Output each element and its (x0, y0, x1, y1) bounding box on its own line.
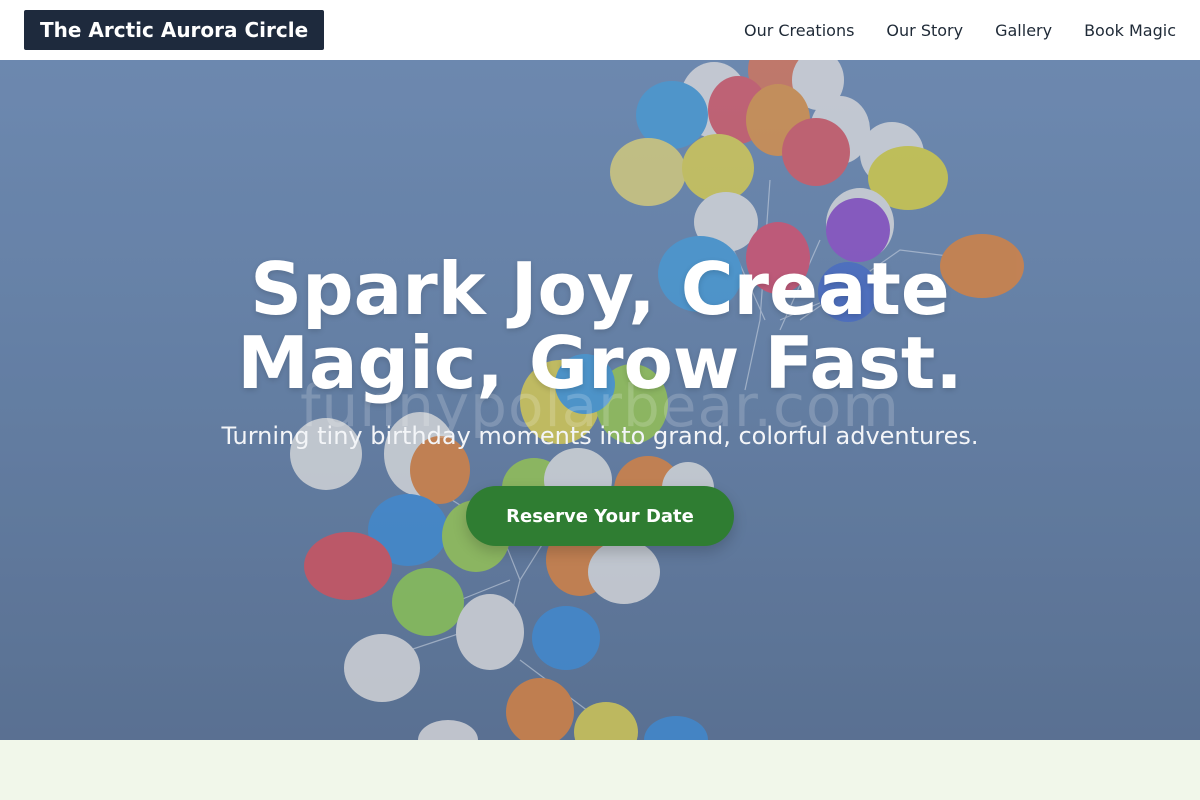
hero-section: funnypolarbear.com Spark Joy, Create Mag… (0, 60, 1200, 740)
brand-logo[interactable]: The Arctic Aurora Circle (24, 10, 325, 50)
hero-content: Spark Joy, Create Magic, Grow Fast. Turn… (0, 60, 1200, 740)
next-section (0, 740, 1200, 800)
hero-subtitle: Turning tiny birthday moments into grand… (221, 422, 979, 450)
top-navbar: The Arctic Aurora Circle Our Creations O… (0, 0, 1200, 60)
nav-our-story[interactable]: Our Story (886, 21, 963, 40)
main-nav: Our Creations Our Story Gallery Book Mag… (712, 21, 1176, 40)
nav-gallery[interactable]: Gallery (995, 21, 1052, 40)
nav-book-magic[interactable]: Book Magic (1084, 21, 1176, 40)
hero-title: Spark Joy, Create Magic, Grow Fast. (237, 247, 963, 405)
nav-our-creations[interactable]: Our Creations (744, 21, 854, 40)
reserve-date-button[interactable]: Reserve Your Date (466, 486, 734, 546)
